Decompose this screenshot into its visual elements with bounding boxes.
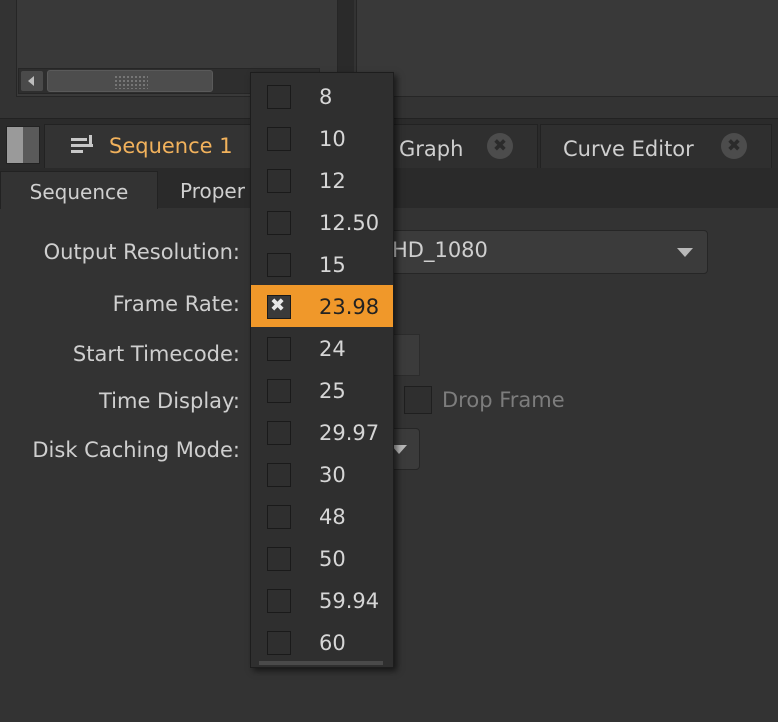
menu-item-48[interactable]: 48 [251,495,393,537]
menu-item-30[interactable]: 30 [251,453,393,495]
close-icon[interactable]: ✖ [721,133,747,159]
menu-item-23-98[interactable]: 23.98 [251,285,393,327]
frame-rate-label: Frame Rate: [112,292,240,316]
tab-graph-label: Graph [399,137,464,161]
disk-caching-mode-label: Disk Caching Mode: [32,438,240,462]
tab-curve-editor[interactable]: Curve Editor ✖ [540,124,772,168]
drop-frame-label: Drop Frame [442,388,565,412]
menu-item-12-50[interactable]: 12.50 [251,201,393,243]
menu-scroll-indicator [259,661,383,665]
subtab-sequence[interactable]: Sequence [0,171,158,209]
start-timecode-label: Start Timecode: [72,342,240,366]
grip-icon [114,75,148,89]
checkbox-icon [267,505,291,529]
close-icon[interactable]: ✖ [487,133,513,159]
checkbox-icon [267,421,291,445]
menu-item-label: 15 [319,253,346,277]
menu-item-label: 10 [319,127,346,151]
drop-frame-checkbox[interactable] [404,386,432,414]
checkbox-icon [267,589,291,613]
output-resolution-value: HD_1080 [392,238,488,262]
menu-item-15[interactable]: 15 [251,243,393,285]
menu-item-label: 24 [319,337,346,361]
checkbox-icon [267,85,291,109]
checkbox-icon [267,463,291,487]
sequence-icon [71,135,93,153]
checkbox-icon [267,169,291,193]
menu-item-10[interactable]: 10 [251,117,393,159]
tab-curve-editor-label: Curve Editor [563,137,694,161]
menu-item-label: 12 [319,169,346,193]
checkbox-icon [267,211,291,235]
panel-menu-button[interactable] [6,126,40,164]
menu-item-50[interactable]: 50 [251,537,393,579]
tab-sequence-label: Sequence 1 [109,134,233,158]
menu-item-label: 50 [319,547,346,571]
menu-item-label: 30 [319,463,346,487]
checkbox-icon [267,253,291,277]
menu-item-12[interactable]: 12 [251,159,393,201]
menu-item-60[interactable]: 60 [251,621,393,663]
menu-item-label: 8 [319,85,333,109]
menu-item-label: 60 [319,631,346,655]
menu-item-label: 25 [319,379,346,403]
menu-item-59-94[interactable]: 59.94 [251,579,393,621]
menu-item-25[interactable]: 25 [251,369,393,411]
checkbox-icon [267,337,291,361]
top-right-panel [356,0,778,97]
menu-item-label: 23.98 [319,295,380,319]
output-resolution-label: Output Resolution: [43,240,240,264]
subtab-properties[interactable]: Proper [180,171,245,208]
menu-item-label: 48 [319,505,346,529]
chevron-down-icon [677,248,693,257]
checkbox-icon [267,631,291,655]
time-display-label: Time Display: [98,389,240,413]
menu-item-label: 12.50 [319,211,380,235]
menu-item-24[interactable]: 24 [251,327,393,369]
checkbox-icon [267,127,291,151]
checkbox-icon [267,547,291,571]
menu-item-8[interactable]: 8 [251,75,393,117]
frame-rate-menu: 8 10 12 12.50 15 23.98 24 25 29.97 30 48… [250,72,394,668]
menu-item-29-97[interactable]: 29.97 [251,411,393,453]
scroll-thumb[interactable] [47,70,213,92]
menu-item-label: 59.94 [319,589,380,613]
scroll-left-arrow-icon[interactable] [21,71,43,91]
checkbox-checked-icon [267,295,291,319]
checkbox-icon [267,379,291,403]
tab-graph[interactable]: Graph ✖ [392,124,538,168]
menu-item-label: 29.97 [319,421,380,445]
